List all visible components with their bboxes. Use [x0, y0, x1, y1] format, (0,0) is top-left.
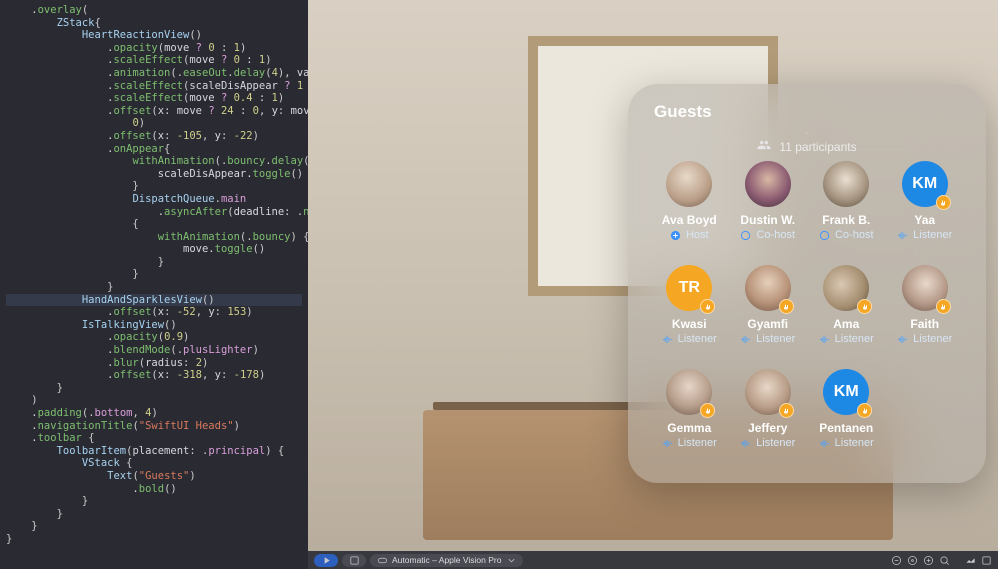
listener-icon: [819, 334, 830, 345]
guest-role: Listener: [819, 437, 874, 449]
guest-role: Listener: [662, 333, 717, 345]
cohost-icon: [819, 230, 830, 241]
guest-cell[interactable]: Faith Listener: [890, 265, 961, 369]
guest-cell[interactable]: TR Kwasi Listener: [654, 265, 725, 369]
avatar: [745, 161, 791, 207]
guest-role: Listener: [897, 229, 952, 241]
preview-canvas: Guests ⌄ 11 participants Ava Boyd Host Dus…: [308, 0, 998, 569]
guest-name: Gyamfi: [747, 317, 788, 331]
listener-icon: [819, 438, 830, 449]
canvas-layout-icon[interactable]: [964, 554, 976, 566]
play-icon: [320, 554, 332, 566]
guests-window: Guests ⌄ 11 participants Ava Boyd Host Dus…: [628, 84, 986, 483]
chevron-down-icon: [505, 554, 517, 566]
listener-icon: [897, 230, 908, 241]
live-preview-button[interactable]: [314, 554, 338, 567]
guest-name: Frank B.: [822, 213, 870, 227]
avatar: [666, 369, 712, 415]
guest-cell[interactable]: Dustin W. Co-host: [733, 161, 804, 265]
code-editor[interactable]: .overlay( ZStack{ HeartReactionView() .o…: [0, 0, 308, 569]
guest-role: Co-host: [740, 229, 795, 241]
participants-count-row: 11 participants: [654, 138, 960, 155]
avatar: [666, 161, 712, 207]
listener-icon: [740, 438, 751, 449]
avatar: [745, 369, 791, 415]
avatar: [823, 265, 869, 311]
raised-hand-badge-icon: [936, 299, 951, 314]
participants-count-label: 11 participants: [779, 140, 856, 154]
guest-cell[interactable]: Frank B. Co-host: [811, 161, 882, 265]
guest-name: Pentanen: [819, 421, 873, 435]
guest-cell[interactable]: Gemma Listener: [654, 369, 725, 473]
guest-role: Listener: [740, 333, 795, 345]
zoom-in-icon[interactable]: [922, 554, 934, 566]
listener-icon: [897, 334, 908, 345]
guest-role: Co-host: [819, 229, 874, 241]
avatar: KM: [823, 369, 869, 415]
window-grabber-icon[interactable]: ⌄: [654, 128, 960, 134]
guest-cell[interactable]: KM Pentanen Listener: [811, 369, 882, 473]
avatar: KM: [902, 161, 948, 207]
guest-role: Listener: [897, 333, 952, 345]
cursor-rect-icon: [348, 554, 360, 566]
guest-cell[interactable]: Ava Boyd Host: [654, 161, 725, 265]
avatar: [745, 265, 791, 311]
device-icon: [376, 554, 388, 566]
guest-role: Listener: [740, 437, 795, 449]
avatar: TR: [666, 265, 712, 311]
avatar-circle: [823, 161, 869, 207]
raised-hand-badge-icon: [936, 195, 951, 210]
listener-icon: [740, 334, 751, 345]
cohost-icon: [740, 230, 751, 241]
listener-icon: [662, 334, 673, 345]
selectable-toggle[interactable]: [342, 554, 366, 567]
guests-title: Guests: [654, 102, 960, 122]
listener-icon: [662, 438, 673, 449]
raised-hand-badge-icon: [700, 299, 715, 314]
zoom-reset-icon[interactable]: [906, 554, 918, 566]
guest-cell[interactable]: Ama Listener: [811, 265, 882, 369]
guest-cell[interactable]: Gyamfi Listener: [733, 265, 804, 369]
avatar-circle: [666, 161, 712, 207]
guest-name: Ama: [833, 317, 859, 331]
guest-name: Gemma: [667, 421, 711, 435]
avatar: [902, 265, 948, 311]
guest-name: Faith: [910, 317, 939, 331]
guest-name: Yaa: [914, 213, 935, 227]
guest-name: Dustin W.: [740, 213, 795, 227]
avatar: [823, 161, 869, 207]
raised-hand-badge-icon: [700, 403, 715, 418]
guest-cell[interactable]: Jeffery Listener: [733, 369, 804, 473]
guest-role: Listener: [662, 437, 717, 449]
guest-name: Kwasi: [672, 317, 707, 331]
guest-name: Ava Boyd: [662, 213, 717, 227]
zoom-fit-icon[interactable]: [938, 554, 950, 566]
guests-grid: Ava Boyd Host Dustin W. Co-host Frank B. Co-h…: [654, 161, 960, 473]
canvas-toolbar: Automatic – Apple Vision Pro: [308, 551, 998, 569]
canvas-bounds-icon[interactable]: [980, 554, 992, 566]
raised-hand-badge-icon: [857, 403, 872, 418]
guest-role: Host: [670, 229, 709, 241]
device-label: Automatic – Apple Vision Pro: [392, 555, 501, 565]
raised-hand-badge-icon: [857, 299, 872, 314]
raised-hand-badge-icon: [779, 299, 794, 314]
avatar-circle: [745, 161, 791, 207]
guest-cell[interactable]: KM Yaa Listener: [890, 161, 961, 265]
raised-hand-badge-icon: [779, 403, 794, 418]
guest-name: Jeffery: [748, 421, 787, 435]
device-settings-button[interactable]: Automatic – Apple Vision Pro: [370, 554, 523, 567]
host-icon: [670, 230, 681, 241]
participants-icon: [757, 138, 771, 155]
guest-role: Listener: [819, 333, 874, 345]
zoom-out-icon[interactable]: [890, 554, 902, 566]
